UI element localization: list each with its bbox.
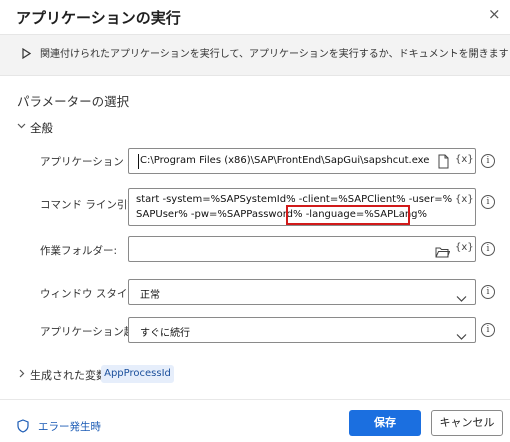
chevron-right-icon[interactable] xyxy=(17,369,26,381)
variable-badge[interactable]: AppProcessId xyxy=(101,365,174,383)
variable-button[interactable]: {x} xyxy=(455,242,474,253)
working-folder-label: 作業フォルダー: xyxy=(40,245,118,257)
after-launch-select[interactable]: すぐに続行 xyxy=(128,317,476,343)
file-picker-icon[interactable] xyxy=(437,154,450,173)
command-args-label: コマンド ライン引数: xyxy=(40,199,142,211)
on-error-link[interactable]: エラー発生時 xyxy=(38,419,101,434)
chevron-down-icon xyxy=(456,326,467,345)
chevron-down-icon[interactable] xyxy=(17,121,26,133)
generated-vars-label[interactable]: 生成された変数 xyxy=(30,367,107,383)
info-description: 関連付けられたアプリケーションを実行して、アプリケーションを実行するか、ドキュメ… xyxy=(40,49,509,60)
text-cursor xyxy=(138,154,139,169)
chevron-down-icon xyxy=(456,288,467,307)
app-path-value: C:\Program Files (x86)\SAP\FrontEnd\SapG… xyxy=(140,155,430,166)
shield-icon[interactable] xyxy=(17,418,29,437)
info-icon[interactable]: i xyxy=(481,323,495,337)
info-icon[interactable]: i xyxy=(481,195,495,209)
info-icon[interactable]: i xyxy=(481,154,495,168)
play-icon xyxy=(22,44,32,63)
after-launch-value: すぐに続行 xyxy=(140,328,190,339)
working-folder-field[interactable]: {x} xyxy=(128,236,476,262)
group-title-general[interactable]: 全般 xyxy=(30,120,53,136)
cancel-button[interactable]: キャンセル xyxy=(431,410,503,436)
command-args-line2-prefix: SAPUser% -pw=%SAPPassword% xyxy=(136,209,303,220)
section-title: パラメーターの選択 xyxy=(17,94,130,109)
variable-button[interactable]: {x} xyxy=(455,194,474,205)
info-icon[interactable]: i xyxy=(481,285,495,299)
command-args-line1: start -system=%SAPSystemId% -client=%SAP… xyxy=(136,194,453,205)
dialog-title: アプリケーションの実行 xyxy=(16,9,181,27)
info-text: 関連付けられたアプリケーションを実行して、アプリケーションを実行するか、ドキュメ… xyxy=(40,45,510,60)
folder-icon[interactable] xyxy=(435,243,451,262)
window-style-label: ウィンドウ スタイル: xyxy=(40,288,142,300)
close-icon[interactable]: × xyxy=(488,6,501,22)
window-style-select[interactable]: 正常 xyxy=(128,279,476,305)
app-path-field[interactable]: C:\Program Files (x86)\SAP\FrontEnd\SapG… xyxy=(128,148,476,174)
window-style-value: 正常 xyxy=(140,290,160,301)
save-button[interactable]: 保存 xyxy=(349,410,421,436)
variable-button[interactable]: {x} xyxy=(455,154,474,165)
footer-divider xyxy=(0,399,510,400)
highlight-box xyxy=(286,205,410,225)
info-icon[interactable]: i xyxy=(481,242,495,256)
